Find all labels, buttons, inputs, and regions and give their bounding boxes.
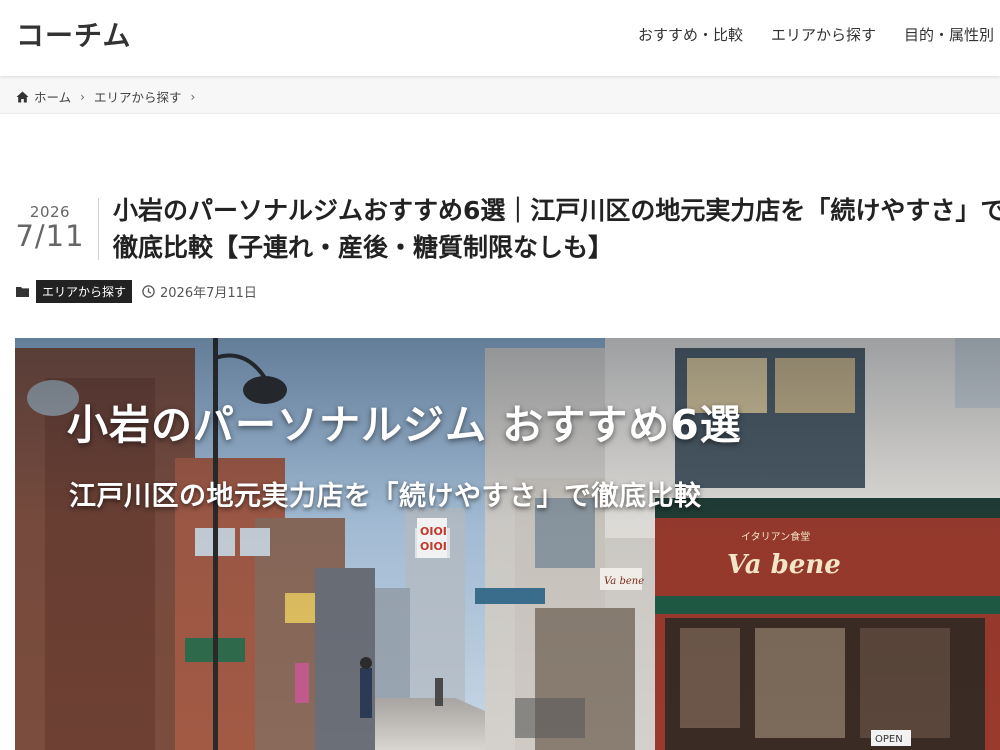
home-icon [16, 91, 29, 102]
category-badge[interactable]: エリアから探す [36, 280, 133, 303]
eyecatch-title: 小岩のパーソナルジム おすすめ6選 [67, 401, 742, 449]
published-date: 2026年7月11日 [160, 286, 257, 301]
post-meta: エリアから探す 2026年7月11日 [16, 280, 257, 303]
clock-icon [142, 285, 155, 298]
breadcrumb-area[interactable]: エリアから探す [94, 87, 182, 106]
eyecatch-image: OIOI OIOI Va bene イタリアン食堂 Va bene OPEN 小… [15, 338, 1000, 750]
breadcrumb-separator: › [190, 89, 196, 104]
eyecatch-subtitle: 江戸川区の地元実力店を「続けやすさ」で徹底比較 [69, 481, 702, 512]
post-date-monthday: 7/11 [15, 219, 85, 253]
open-sign: OPEN [875, 734, 903, 745]
site-header: コーチム おすすめ・比較 エリアから探す 目的・属性別 [0, 0, 1000, 76]
nav-item-recommend[interactable]: おすすめ・比較 [624, 24, 757, 45]
breadcrumb-home[interactable]: ホーム [34, 87, 71, 106]
folder-icon [16, 287, 29, 297]
restaurant-small-sign: イタリアン食堂 [741, 530, 810, 543]
nav-item-purpose[interactable]: 目的・属性別 [890, 24, 994, 45]
post-title: 小岩のパーソナルジムおすすめ6選｜江戸川区の地元実力店を「続けやすさ」で徹底比較… [113, 196, 1000, 262]
oioi-sign-2: OIOI [420, 540, 447, 553]
breadcrumb-separator: › [80, 89, 85, 104]
breadcrumb: ホーム › エリアから探す › [16, 87, 204, 106]
date-divider [98, 198, 99, 260]
global-nav: おすすめ・比較 エリアから探す 目的・属性別 [624, 24, 994, 45]
nav-item-area[interactable]: エリアから探す [757, 24, 890, 45]
breadcrumb-bar: ホーム › エリアから探す › [0, 76, 1000, 114]
site-logo[interactable]: コーチム [16, 14, 131, 54]
post-date-block: 2026 7/11 [12, 203, 88, 253]
restaurant-name-sign: Va bene [727, 550, 841, 580]
hanging-sign: Va bene [604, 576, 644, 587]
oioi-sign-1: OIOI [420, 525, 447, 538]
